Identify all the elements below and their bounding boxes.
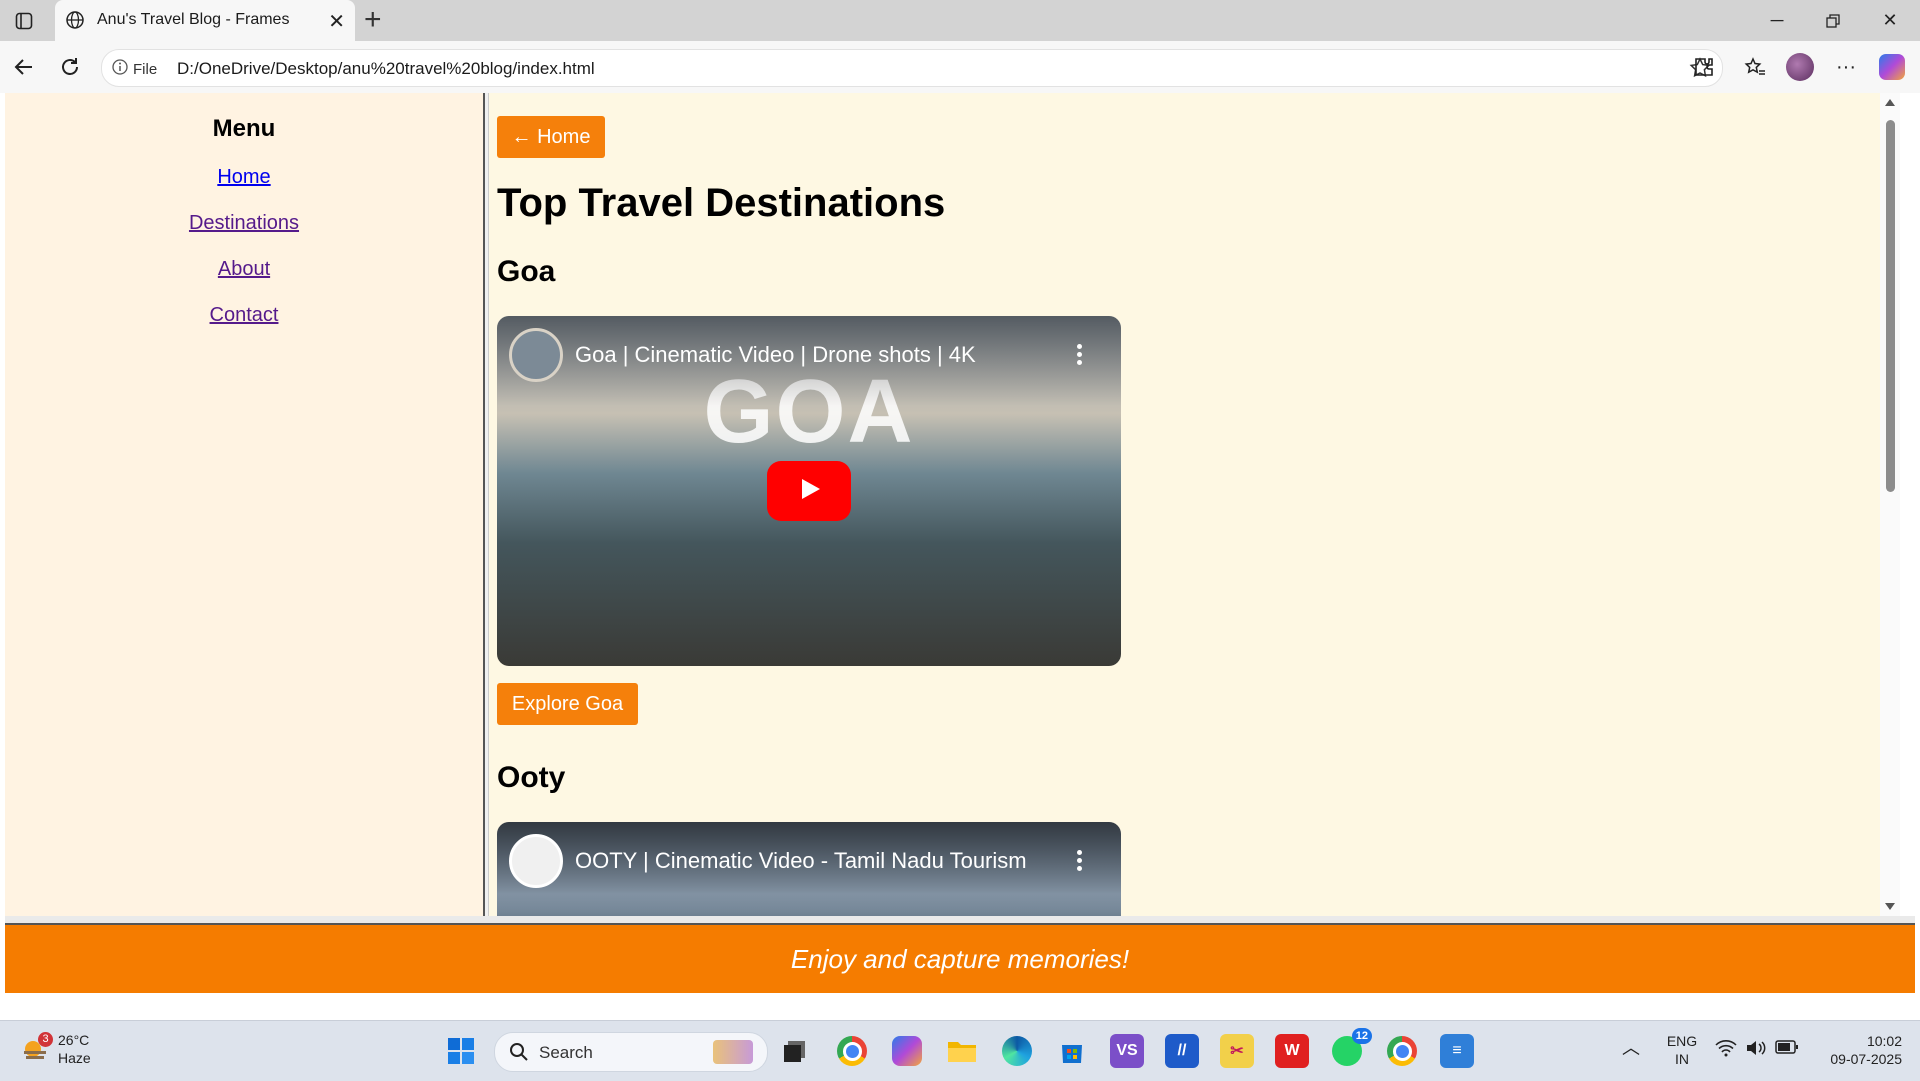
scroll-up-arrow-icon[interactable] (1885, 99, 1895, 106)
page-title: Top Travel Destinations (497, 181, 946, 225)
footer-banner: Enjoy and capture memories! (5, 923, 1915, 993)
goa-video-embed[interactable]: GOA Goa | Cinematic Video | Drone shots … (497, 316, 1121, 666)
edge-icon[interactable] (1000, 1034, 1034, 1068)
weather-widget[interactable]: 3 26°C Haze (20, 1031, 91, 1067)
clock[interactable]: 10:02 09-07-2025 (1812, 1032, 1902, 1068)
task-view-icon[interactable] (778, 1034, 812, 1068)
back-arrow-icon[interactable] (8, 51, 40, 83)
whatsapp-badge: 12 (1351, 1028, 1372, 1044)
search-highlight-icon (713, 1040, 753, 1064)
clock-date: 09-07-2025 (1830, 1051, 1902, 1067)
file-explorer-icon[interactable] (945, 1034, 979, 1068)
video-title[interactable]: Goa | Cinematic Video | Drone shots | 4K (575, 342, 976, 368)
search-placeholder: Search (539, 1043, 593, 1062)
weather-sun-icon: 3 (20, 1032, 53, 1064)
menu-frame: Menu Home Destinations About Contact (5, 93, 483, 916)
vertical-scrollbar[interactable] (1880, 93, 1900, 916)
info-icon (112, 59, 128, 79)
menu-link-about[interactable]: About (5, 258, 483, 281)
weather-temperature: 26°C (58, 1032, 90, 1048)
globe-icon (65, 10, 85, 30)
channel-avatar[interactable] (509, 834, 563, 888)
play-button[interactable] (767, 461, 851, 521)
weather-description: Haze (58, 1050, 91, 1066)
browser-tab-bar: Anu's Travel Blog - Frames ✕ + ─ ✕ (0, 0, 1920, 41)
region-label: IN (1675, 1051, 1689, 1067)
windows-start-icon[interactable] (444, 1034, 478, 1068)
clock-time: 10:02 (1866, 1033, 1902, 1049)
new-tab-button[interactable]: + (364, 4, 382, 36)
taskbar-search[interactable]: Search (494, 1032, 768, 1072)
wifi-icon[interactable] (1715, 1039, 1737, 1061)
search-icon (509, 1042, 529, 1067)
scroll-down-arrow-icon[interactable] (1885, 903, 1895, 910)
url-scheme-label: File (133, 60, 158, 78)
section-heading-ooty: Ooty (497, 761, 566, 794)
chrome-icon[interactable] (835, 1034, 869, 1068)
tab-title: Anu's Travel Blog - Frames (97, 11, 290, 28)
show-hidden-icons-chevron-icon[interactable]: ︿ (1622, 1039, 1640, 1057)
ooty-video-embed[interactable]: OOTY | Cinematic Video - Tamil Nadu Tour… (497, 822, 1121, 916)
site-info-button[interactable]: File (112, 59, 157, 79)
tab-actions-icon[interactable] (12, 9, 36, 33)
language-label: ENG (1666, 1033, 1698, 1049)
close-tab-icon[interactable]: ✕ (328, 9, 345, 34)
whatsapp-icon[interactable]: 12 (1330, 1028, 1372, 1068)
restore-button[interactable] (1805, 0, 1861, 41)
favorites-icon[interactable] (1739, 51, 1771, 83)
menu-heading: Menu (212, 115, 276, 142)
taskbar: 3 26°C Haze Search VS // ✂ W 12 ≡ ︿ ENG … (0, 1020, 1920, 1081)
vpn-app-icon[interactable]: // (1165, 1034, 1199, 1068)
url-text[interactable]: D:/OneDrive/Desktop/anu%20travel%20blog/… (177, 59, 595, 79)
video-title[interactable]: OOTY | Cinematic Video - Tamil Nadu Tour… (575, 848, 1027, 874)
close-window-button[interactable]: ✕ (1862, 0, 1918, 41)
address-bar[interactable]: File D:/OneDrive/Desktop/anu%20travel%20… (101, 49, 1723, 87)
page-viewport: Menu Home Destinations About Contact ← H… (5, 93, 1915, 1017)
menu-link-destinations[interactable]: Destinations (5, 212, 483, 235)
channel-avatar[interactable] (509, 328, 563, 382)
wps-office-icon[interactable]: W (1275, 1034, 1309, 1068)
minimize-button[interactable]: ─ (1749, 0, 1805, 41)
snipping-tool-icon[interactable]: ✂ (1220, 1034, 1254, 1068)
section-heading-goa: Goa (497, 255, 556, 288)
browser-toolbar: File D:/OneDrive/Desktop/anu%20travel%20… (0, 41, 1920, 93)
explore-goa-button[interactable]: Explore Goa (497, 683, 638, 725)
video-more-icon[interactable] (1077, 344, 1083, 368)
language-indicator[interactable]: ENG IN (1664, 1032, 1700, 1068)
frame-border (5, 916, 1915, 923)
video-more-icon[interactable] (1077, 850, 1083, 874)
copilot-icon[interactable] (1876, 51, 1908, 83)
microsoft-store-icon[interactable] (1055, 1034, 1089, 1068)
weather-badge: 3 (38, 1032, 53, 1047)
extensions-icon[interactable] (1688, 51, 1720, 83)
profile-avatar[interactable] (1784, 51, 1816, 83)
menu-link-contact[interactable]: Contact (5, 304, 483, 327)
refresh-icon[interactable] (54, 51, 86, 83)
home-button[interactable]: ← Home (497, 116, 605, 158)
play-icon (796, 476, 822, 507)
visual-studio-icon[interactable]: VS (1110, 1034, 1144, 1068)
notepad-icon[interactable]: ≡ (1440, 1034, 1474, 1068)
scrollbar-thumb[interactable] (1886, 120, 1895, 492)
volume-icon[interactable] (1745, 1039, 1767, 1061)
battery-icon[interactable] (1775, 1039, 1799, 1059)
more-options-icon[interactable]: ··· (1830, 51, 1862, 83)
content-frame: ← Home Top Travel Destinations Goa GOA G… (489, 93, 1900, 916)
copilot-taskbar-icon[interactable] (890, 1034, 924, 1068)
chrome-profile-icon[interactable] (1385, 1034, 1419, 1068)
menu-link-home[interactable]: Home (5, 166, 483, 189)
active-tab[interactable]: Anu's Travel Blog - Frames ✕ (55, 0, 355, 41)
